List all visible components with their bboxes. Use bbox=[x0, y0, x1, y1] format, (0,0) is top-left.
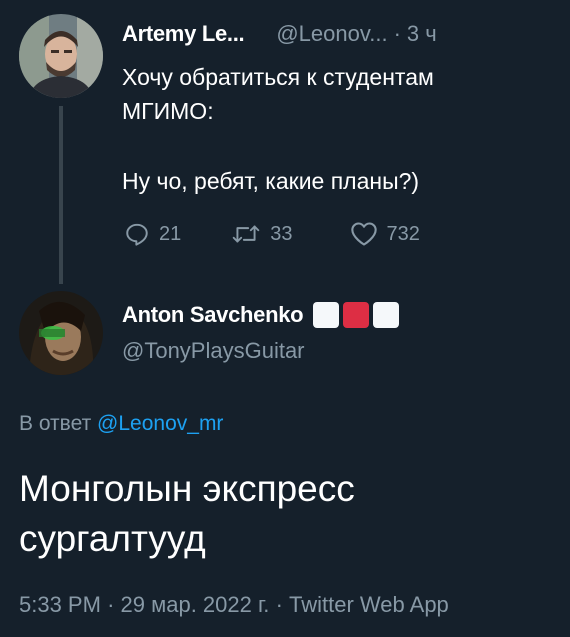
tweet2-time[interactable]: 5:33 PM bbox=[19, 592, 101, 617]
tweet2-text: Монголын экспресс сургалтууд bbox=[19, 464, 539, 564]
tweet1-header: Artemy Le... @Leonov... · 3 ч bbox=[122, 21, 437, 47]
like-count: 732 bbox=[386, 222, 420, 245]
tweet1-text: Хочу обратиться к студентам МГИМО: Ну чо… bbox=[122, 60, 542, 198]
tweet2-handle[interactable]: @TonyPlaysGuitar bbox=[122, 338, 305, 364]
tweet1-handle[interactable]: @Leonov... bbox=[276, 21, 387, 47]
tweet1-actions: 21 33 732 bbox=[124, 221, 420, 247]
tweet1-text-line: Хочу обратиться к студентам bbox=[122, 64, 434, 90]
thread-line bbox=[59, 106, 63, 284]
tweet2-meta: 5:33 PM · 29 мар. 2022 г. · Twitter Web … bbox=[19, 592, 449, 618]
tweet2-text-line: Монголын экспресс bbox=[19, 468, 355, 509]
tweet2-avatar[interactable] bbox=[19, 291, 103, 375]
tweet1-text-line: МГИМО: bbox=[122, 98, 214, 124]
reply-button[interactable]: 21 bbox=[124, 221, 181, 247]
like-button[interactable]: 732 bbox=[350, 221, 420, 247]
reply-count: 21 bbox=[159, 222, 182, 245]
retweet-button[interactable]: 33 bbox=[231, 221, 293, 247]
heart-icon bbox=[350, 221, 378, 247]
white-square-emoji bbox=[373, 302, 400, 328]
tweet1-text-line: Ну чо, ребят, какие планы?) bbox=[122, 168, 420, 194]
retweet-icon bbox=[231, 221, 261, 247]
tweet1-author-name[interactable]: Artemy Le... bbox=[122, 21, 245, 47]
tweet2-date[interactable]: 29 мар. 2022 г. bbox=[121, 592, 270, 617]
tweet2-author-name[interactable]: Anton Savchenko bbox=[122, 302, 304, 328]
tweet2-name-row: Anton Savchenko bbox=[122, 302, 400, 328]
red-square-emoji bbox=[343, 302, 370, 328]
retweet-count: 33 bbox=[270, 222, 293, 245]
tweet1-avatar[interactable] bbox=[19, 14, 103, 98]
reply-prefix: В ответ bbox=[19, 412, 92, 435]
tweet2-text-line: сургалтууд bbox=[19, 518, 206, 559]
tweet2-source[interactable]: Twitter Web App bbox=[289, 592, 449, 617]
reply-to-line: В ответ @Leonov_mr bbox=[19, 412, 223, 436]
tweet1-time[interactable]: 3 ч bbox=[407, 21, 437, 47]
reply-to-handle-link[interactable]: @Leonov_mr bbox=[97, 412, 223, 435]
speech-bubble-icon bbox=[124, 221, 150, 247]
white-square-emoji bbox=[313, 302, 340, 328]
meta-separator: · bbox=[107, 592, 115, 617]
meta-separator: · bbox=[275, 592, 283, 617]
tweet1-separator: · bbox=[393, 21, 401, 46]
